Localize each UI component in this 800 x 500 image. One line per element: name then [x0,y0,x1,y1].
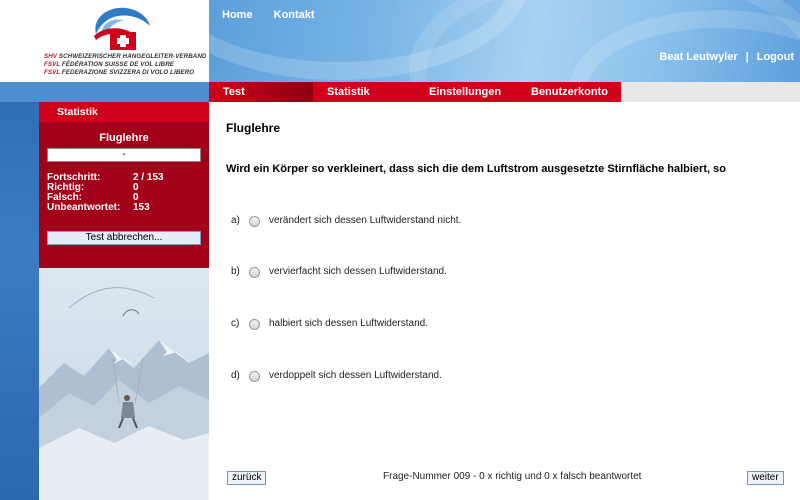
answer-text: verändert sich dessen Luftwiderstand nic… [269,215,462,226]
answer-text: verdoppelt sich dessen Luftwiderstand. [269,370,442,381]
stat-value: 153 [133,202,150,213]
main-content: Fluglehre Wird ein Körper so verkleinert… [209,102,800,500]
user-nav-separator: | [745,51,749,63]
tab-benutzerkonto[interactable]: Benutzerkonto [517,82,621,102]
answer-radio-a[interactable] [249,216,260,227]
logo-line-3: FSVL FEDERAZIONE SVIZZERA DI VOLO LIBERO [44,69,195,76]
tab-statistik-label: Statistik [327,86,370,98]
header: SHV SCHWEIZERISCHER HANGEGLEITER-VERBAND… [0,0,800,82]
answer-text: vervierfacht sich dessen Luftwiderstand. [269,266,447,277]
tab-statistik[interactable]: Statistik [313,82,417,102]
statistics-box: Fluglehre - Fortschritt: 2 / 153 Richtig:… [39,122,209,268]
logo-line-1: SHV SCHWEIZERISCHER HANGEGLEITER-VERBAND [44,53,207,60]
statistics-title: Fluglehre [99,132,149,144]
answer-letter: a) [231,215,240,226]
nav-home-link[interactable]: Home [222,9,253,21]
tab-einstellungen-label: Einstellungen [429,86,502,98]
progress-bar: - [47,148,201,162]
logo[interactable]: SHV SCHWEIZERISCHER HANGEGLEITER-VERBAND… [0,0,209,82]
answer-radio-b[interactable] [249,267,260,278]
next-button[interactable]: weiter [747,471,784,485]
paraglider-photo [39,268,209,500]
previous-button[interactable]: zurück [227,471,267,485]
sidebar: Statistik Fluglehre - Fortschritt: 2 / 15… [39,82,209,500]
shv-logo-icon [94,7,150,50]
main-tab-bar: Test Statistik Einstellungen Benutzerkon… [209,82,800,102]
answer-radio-d[interactable] [249,371,260,382]
question-status-text: Frage-Nummer 009 - 0 x richtig und 0 x f… [383,471,642,482]
answer-text: halbiert sich dessen Luftwiderstand. [269,318,428,329]
user-name-link[interactable]: Beat Leutwyler [659,51,737,63]
abort-test-button[interactable]: Test abbrechen... [47,231,201,245]
answer-letter: d) [231,370,240,381]
tab-einstellungen[interactable]: Einstellungen [415,82,519,102]
logo-line-2: FSVL FÉDÉRATION SUISSE DE VOL LIBRE [44,61,175,68]
answer-radio-c[interactable] [249,319,260,330]
answer-letter: c) [231,318,240,329]
nav-contact-link[interactable]: Kontakt [274,9,315,21]
tab-test-label: Test [223,86,245,98]
stat-label: Unbeantwortet: [47,202,121,213]
question-text: Wird ein Körper so verkleinert, dass sic… [226,163,726,175]
tab-benutzerkonto-label: Benutzerkonto [531,86,608,98]
left-decor-strip [0,82,39,500]
answer-letter: b) [231,266,240,277]
mountain-scene-icon [39,268,209,500]
logout-link[interactable]: Logout [757,51,794,63]
sidebar-top-band [39,82,209,102]
page-title: Fluglehre [226,121,281,135]
sidebar-heading: Statistik [39,102,209,122]
top-nav: Home Kontakt [222,9,333,21]
user-nav: Beat Leutwyler | Logout [659,51,794,63]
left-decor-strip-top [0,82,39,102]
tab-test[interactable]: Test [209,82,313,102]
